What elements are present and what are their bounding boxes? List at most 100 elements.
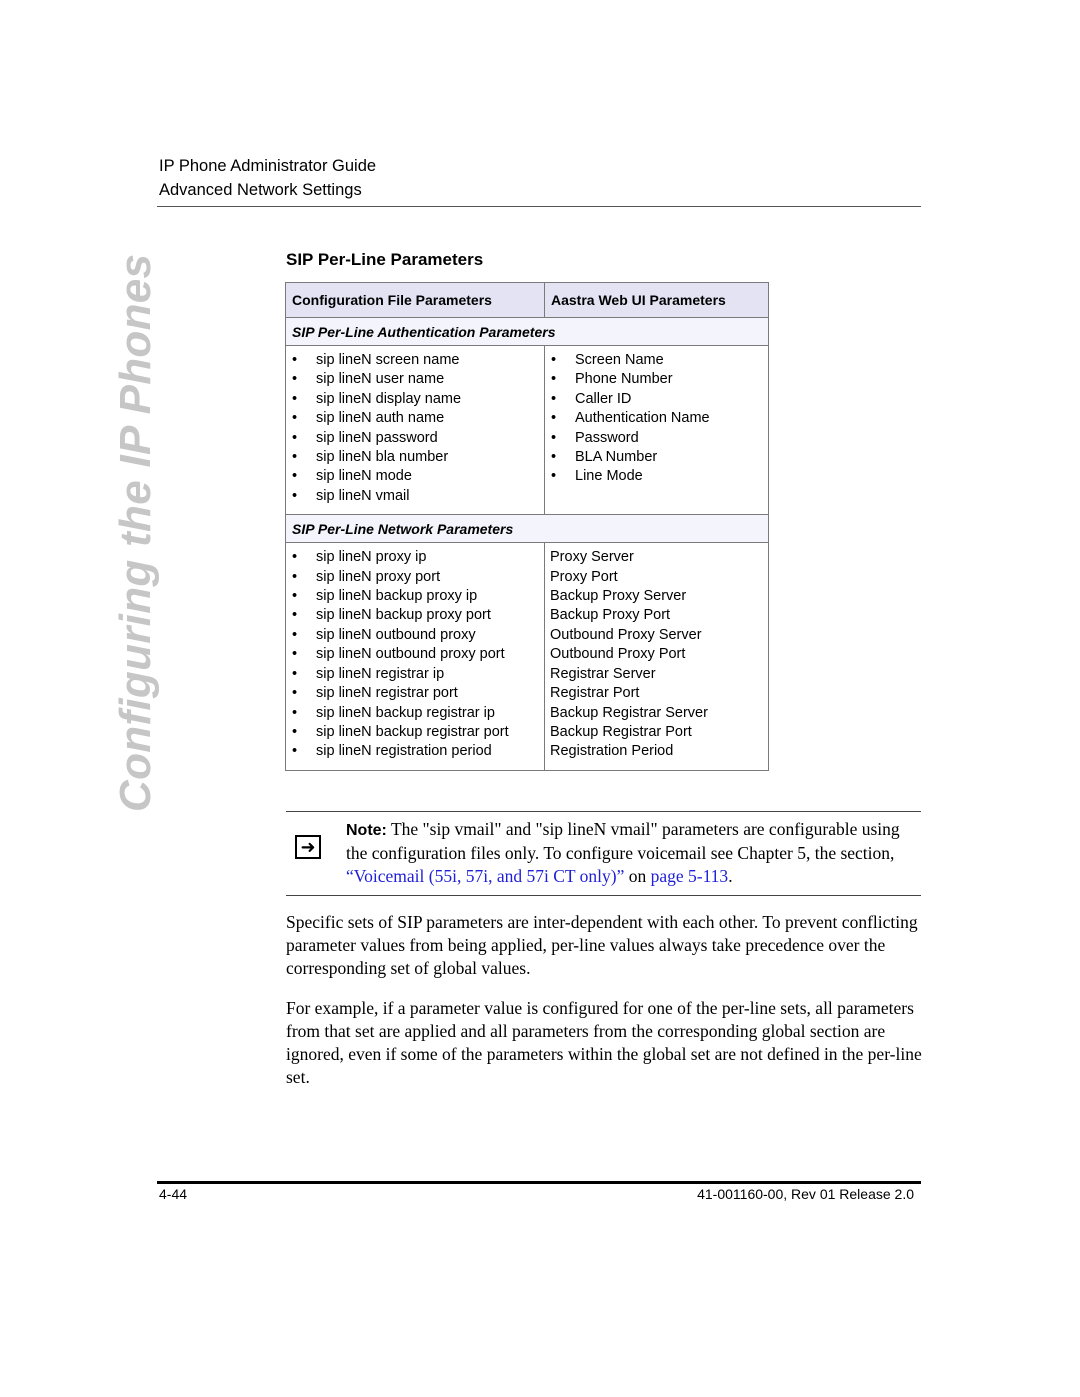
web-ui-param-item: • Line Mode — [545, 467, 768, 486]
web-ui-param-name: Password — [575, 429, 639, 446]
web-ui-param-name: Backup Proxy Server — [550, 588, 687, 605]
bullet-icon: • — [292, 685, 298, 702]
bullet-icon: • — [551, 410, 557, 427]
config-param-item: • sip lineN backup registrar port — [286, 723, 544, 742]
web-ui-param-item: Proxy Server — [550, 548, 768, 567]
config-param-name: sip lineN registrar ip — [316, 665, 445, 682]
header-rule — [157, 206, 921, 207]
bullet-icon: • — [292, 626, 298, 643]
bullet-icon: • — [292, 352, 298, 368]
config-param-name: sip lineN auth name — [316, 410, 445, 427]
table-header-row: Configuration File Parameters Aastra Web… — [285, 282, 769, 318]
config-param-item: • sip lineN proxy port — [286, 568, 544, 587]
config-file-params-cell: • sip lineN screen name • sip lineN user na… — [285, 344, 545, 516]
web-ui-param-item: • Password — [545, 429, 768, 448]
document-id: 41-001160-00, Rev 01 Release 2.0 — [697, 1186, 914, 1202]
web-ui-param-item: • BLA Number — [545, 448, 768, 467]
page-reference-link[interactable]: page 5-113 — [651, 866, 729, 886]
config-param-item: • sip lineN screen name — [286, 351, 544, 370]
config-param-name: sip lineN password — [316, 429, 438, 446]
config-param-name: sip lineN outbound proxy — [316, 626, 476, 643]
web-ui-param-name: Registrar Server — [550, 665, 656, 682]
web-ui-params-cell: • Screen Name • Phone Number • Caller ID • Auth… — [544, 344, 769, 516]
bullet-icon: • — [551, 468, 557, 485]
config-param-name: sip lineN backup proxy ip — [316, 588, 478, 605]
table-section-row: SIP Per-Line Authentication Parameters — [285, 317, 769, 346]
config-param-name: sip lineN screen name — [316, 352, 460, 368]
bullet-icon: • — [292, 607, 298, 624]
body-paragraph: For example, if a parameter value is con… — [286, 998, 922, 1087]
section-title: SIP Per-Line Parameters — [286, 250, 484, 269]
config-param-name: sip lineN vmail — [316, 487, 410, 504]
table-section-title: SIP Per-Line Authentication Parameters — [285, 317, 769, 346]
web-ui-param-item: Backup Registrar Server — [550, 704, 768, 723]
bullet-icon: • — [551, 449, 557, 466]
config-file-params-cell: • sip lineN proxy ip • sip lineN proxy port… — [285, 542, 545, 771]
web-ui-param-item: Registrar Server — [550, 665, 768, 684]
bullet-icon: • — [292, 487, 298, 504]
voicemail-section-link[interactable]: “Voicemail (55i, 57i, and 57i CT only)” — [346, 866, 624, 886]
config-param-item: • sip lineN user name — [286, 370, 544, 389]
column-header-web-ui: Aastra Web UI Parameters — [544, 282, 769, 318]
note-text: Note: The "sip vmail" and "sip lineN vma… — [346, 818, 921, 888]
config-param-item: • sip lineN outbound proxy — [286, 626, 544, 645]
config-param-item: • sip lineN password — [286, 429, 544, 448]
web-ui-param-name: Backup Registrar Server — [550, 704, 708, 721]
web-ui-param-name: Outbound Proxy Server — [550, 626, 702, 643]
web-ui-param-name: Screen Name — [575, 352, 664, 368]
web-ui-param-item: Outbound Proxy Server — [550, 626, 768, 645]
bullet-icon: • — [292, 429, 298, 446]
config-param-item: • sip lineN vmail — [286, 487, 544, 506]
config-param-item: • sip lineN backup proxy ip — [286, 587, 544, 606]
config-param-item: • sip lineN backup proxy port — [286, 606, 544, 625]
column-header-config-file: Configuration File Parameters — [285, 282, 545, 318]
bullet-icon: • — [292, 743, 298, 760]
web-ui-param-item: • Phone Number — [545, 370, 768, 389]
web-ui-param-name: Line Mode — [575, 468, 643, 485]
config-param-item: • sip lineN backup registrar ip — [286, 704, 544, 723]
bullet-icon: • — [292, 665, 298, 682]
config-param-item: • sip lineN mode — [286, 467, 544, 486]
web-ui-param-name: Registrar Port — [550, 685, 640, 702]
body-paragraph: Specific sets of SIP parameters are inte… — [286, 912, 918, 978]
config-param-name: sip lineN backup registrar port — [316, 723, 509, 740]
web-ui-param-name: Registration Period — [550, 743, 674, 760]
config-param-item: • sip lineN proxy ip — [286, 548, 544, 567]
table-section-title: SIP Per-Line Network Parameters — [285, 514, 769, 544]
web-ui-param-name: Backup Registrar Port — [550, 723, 692, 740]
running-head-chapter: Advanced Network Settings — [159, 181, 362, 199]
note-callout: ➜ Note: The "sip vmail" and "sip lineN v… — [286, 811, 921, 896]
web-ui-param-name: Caller ID — [575, 390, 632, 407]
web-ui-params-cell: Proxy Server Proxy Port Backup Proxy Serve… — [544, 542, 769, 771]
arrow-right-icon: ➜ — [295, 835, 321, 859]
bullet-icon: • — [551, 352, 557, 368]
bullet-icon: • — [292, 449, 298, 466]
web-ui-param-name: Proxy Port — [550, 568, 618, 585]
config-param-name: sip lineN registrar port — [316, 685, 458, 702]
bullet-icon: • — [292, 468, 298, 485]
web-ui-param-item: Registration Period — [550, 742, 768, 761]
footer-rule — [157, 1181, 921, 1184]
bullet-icon: • — [551, 429, 557, 446]
config-param-name: sip lineN user name — [316, 371, 445, 388]
page-number: 4-44 — [159, 1186, 188, 1202]
web-ui-param-name: Backup Proxy Port — [550, 607, 671, 624]
web-ui-param-item: • Authentication Name — [545, 409, 768, 428]
bullet-icon: • — [292, 549, 298, 566]
table-row: • sip lineN proxy ip • sip lineN proxy port… — [285, 542, 769, 771]
config-param-item: • sip lineN display name — [286, 390, 544, 409]
bullet-icon: • — [292, 723, 298, 740]
config-param-name: sip lineN proxy ip — [316, 549, 427, 566]
config-param-name: sip lineN backup proxy port — [316, 607, 491, 624]
bullet-icon: • — [292, 646, 298, 663]
web-ui-param-item: • Screen Name — [545, 351, 768, 370]
bullet-icon: • — [292, 588, 298, 605]
table-row: • sip lineN screen name • sip lineN user na… — [285, 344, 769, 516]
side-tab-chapter-title: Configuring the IP Phones — [111, 253, 160, 812]
bullet-icon: • — [551, 371, 557, 388]
bullet-icon: • — [292, 410, 298, 427]
config-param-name: sip lineN backup registrar ip — [316, 704, 495, 721]
web-ui-param-name: BLA Number — [575, 449, 658, 466]
config-param-name: sip lineN mode — [316, 468, 412, 485]
web-ui-param-item: Backup Proxy Server — [550, 587, 768, 606]
